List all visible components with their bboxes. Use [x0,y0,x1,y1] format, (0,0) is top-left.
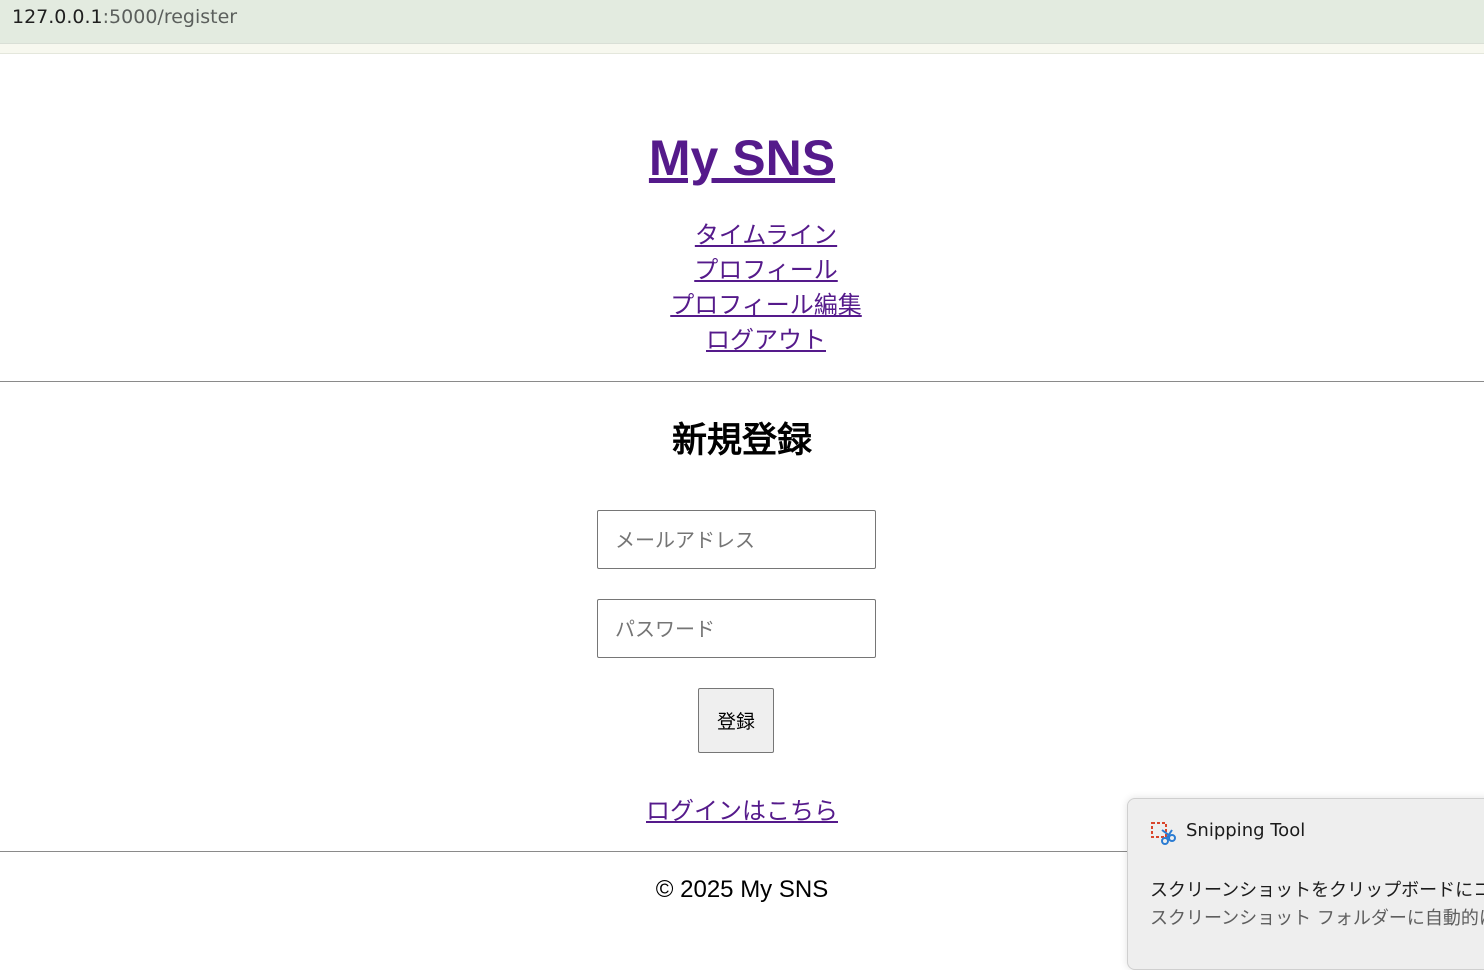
snipping-tool-icon [1151,822,1176,845]
notification-detail: スクリーンショット フォルダーに自動的に保 [1150,908,1484,929]
page-title: 新規登録 [671,421,812,461]
notification-app-name: Snipping Tool [1186,820,1306,841]
url-path: :5000/register [102,6,238,28]
snipping-tool-notification[interactable]: Snipping Tool スクリーンショットをクリップボードにコピーしま スク… [1127,798,1484,970]
nav-link-timeline[interactable]: タイムライン [48,218,1484,253]
site-title-link[interactable]: My SNS [649,130,835,186]
nav-link-profile[interactable]: プロフィール [48,253,1484,288]
site-header: My SNS [0,127,1484,189]
toolbar-strip [0,44,1484,54]
email-field[interactable] [597,510,876,569]
main-nav: タイムライン プロフィール プロフィール編集 ログアウト [0,218,1484,358]
url-text[interactable]: 127.0.0.1:5000/register [12,6,237,28]
nav-link-logout[interactable]: ログアウト [48,323,1484,358]
nav-link-profile-edit[interactable]: プロフィール編集 [48,288,1484,323]
register-button[interactable]: 登録 [698,688,774,753]
login-link[interactable]: ログインはこちら [646,797,838,825]
password-field[interactable] [597,599,876,658]
url-host: 127.0.0.1 [12,6,103,28]
header-divider [0,381,1484,382]
notification-message: スクリーンショットをクリップボードにコピーしま [1150,880,1484,901]
address-bar[interactable]: 127.0.0.1:5000/register [0,0,1484,44]
